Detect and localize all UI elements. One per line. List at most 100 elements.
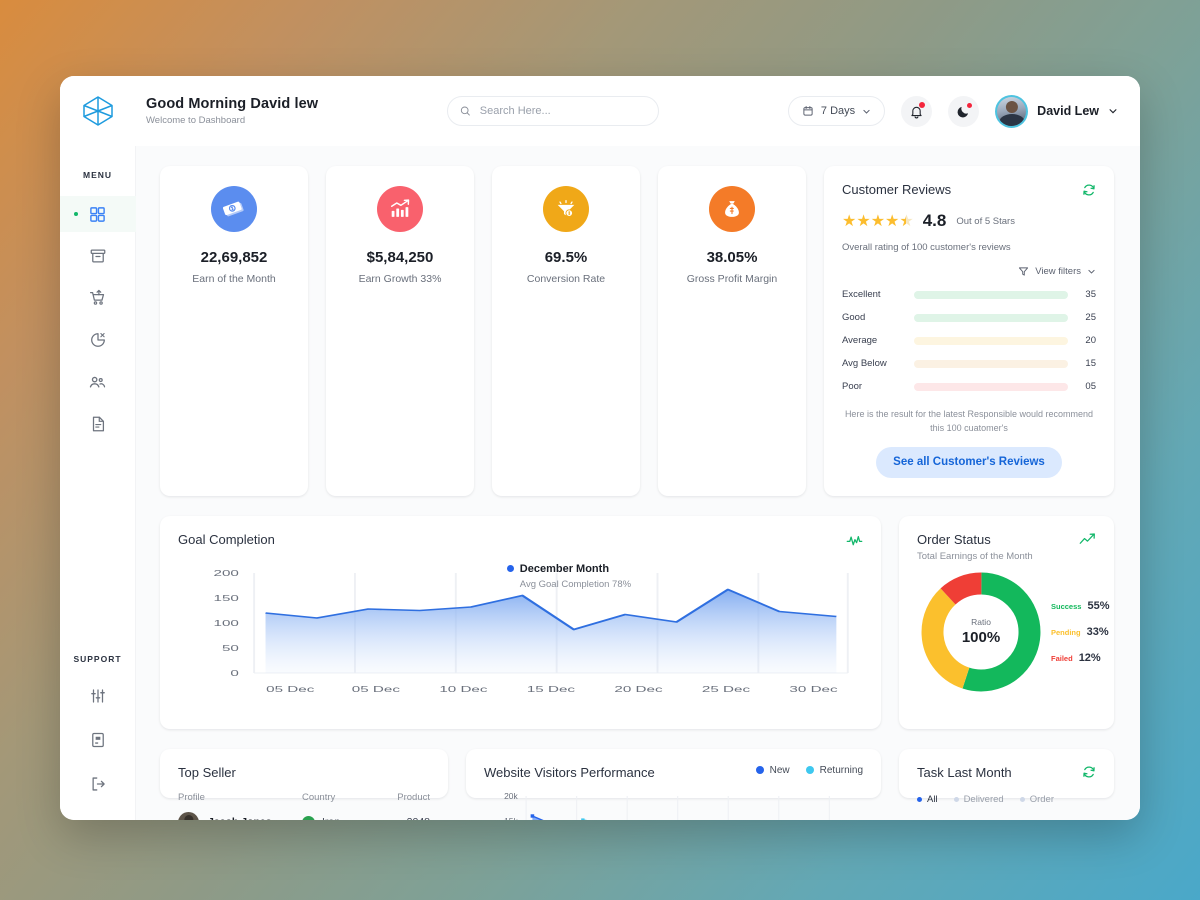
chevron-down-icon xyxy=(863,109,870,114)
seller-product: 2048 xyxy=(386,816,430,820)
review-bars: Excellent 35 Good 25 Average 20 Avg Belo… xyxy=(842,289,1096,392)
website-visitors-card: Website Visitors Performance New Returni… xyxy=(466,748,881,820)
search-box[interactable] xyxy=(447,96,660,126)
greeting-subtitle: Welcome to Dashboard xyxy=(146,115,246,126)
chart-legend: December Month Avg Goal Completion 78% xyxy=(506,563,631,590)
svg-text:15k: 15k xyxy=(504,817,518,820)
kpi-value: 69.5% xyxy=(544,249,588,266)
legend-label: Pending xyxy=(1051,627,1081,637)
chevron-down-icon xyxy=(1109,109,1117,114)
logo[interactable] xyxy=(60,94,136,128)
donut-center-value: 100% xyxy=(961,629,1001,647)
donut-center-label: Ratio xyxy=(971,617,991,628)
review-bar-label: Poor xyxy=(842,381,863,392)
card-title: Goal Completion xyxy=(178,531,275,547)
user-name: David Lew xyxy=(1037,104,1099,118)
view-filters-label: View filters xyxy=(1035,266,1081,277)
goal-and-order-row: Goal Completion December Month Avg Goal … xyxy=(160,515,1114,729)
kpi-card-earn-of-month[interactable]: 22,69,852 Earn of the Month xyxy=(160,166,308,496)
user-menu[interactable]: David Lew xyxy=(995,94,1118,128)
sidebar-item-orders[interactable] xyxy=(60,280,136,316)
chevron-down-icon xyxy=(1088,269,1095,274)
cube-logo-icon xyxy=(83,96,113,126)
refresh-icon[interactable] xyxy=(1082,765,1096,779)
legend-dot-returning xyxy=(805,766,814,775)
seller-country: Iran xyxy=(322,816,340,820)
sidebar-item-dashboard[interactable] xyxy=(60,196,136,232)
task-filter-order[interactable]: Order xyxy=(1019,793,1054,805)
notifications-button[interactable] xyxy=(901,95,933,127)
kpi-value: 22,69,852 xyxy=(200,249,268,266)
kpi-value: $5,84,250 xyxy=(366,249,434,266)
svg-text:200: 200 xyxy=(214,569,240,578)
legend-item-failed: Failed 12% xyxy=(1051,652,1109,664)
legend-value: 33% xyxy=(1086,625,1109,638)
star-icon: ★ xyxy=(856,213,870,230)
bottom-row: Top Seller Profile Country Product Jacob… xyxy=(160,748,1114,820)
review-bar-label: Excellent xyxy=(842,289,881,300)
sidebar-item-products[interactable] xyxy=(60,238,136,274)
kpi-card-conversion-rate[interactable]: 69.5% Conversion Rate xyxy=(492,166,640,496)
card-title: Top Seller xyxy=(178,764,236,780)
svg-text:20k: 20k xyxy=(504,792,518,801)
sidebar-item-reports[interactable] xyxy=(60,406,136,442)
task-filter-delivered[interactable]: Delivered xyxy=(953,793,1004,805)
star-icon: ★ xyxy=(885,213,899,230)
task-filter-all[interactable]: All xyxy=(917,794,938,805)
dashboard-window: Good Morning David lew Welcome to Dashbo… xyxy=(60,76,1140,820)
greeting-title: Good Morning David lew xyxy=(146,96,319,112)
visitors-area-new xyxy=(532,815,543,820)
pulse-line-icon[interactable] xyxy=(846,532,863,549)
review-bar-value: 20 xyxy=(1085,335,1096,346)
svg-text:05 Dec: 05 Dec xyxy=(266,685,314,694)
date-range-selector[interactable]: 7 Days xyxy=(787,96,886,126)
rating-subtitle: Overall rating of 100 customer's reviews xyxy=(842,242,1011,253)
trend-arrow-icon[interactable] xyxy=(1079,532,1096,546)
main-content: 22,69,852 Earn of the Month $5,84,250 Ea… xyxy=(136,146,1140,820)
kpi-label: Earn of the Month xyxy=(192,273,276,285)
sidebar-item-customers[interactable] xyxy=(60,364,136,400)
legend-value: 12% xyxy=(1078,651,1101,664)
calendar-icon xyxy=(803,106,813,116)
view-filters-button[interactable]: View filters xyxy=(842,266,1096,277)
legend-label: Success xyxy=(1051,601,1082,611)
dark-mode-toggle[interactable] xyxy=(948,95,980,127)
table-row[interactable]: Jacob Jones Iran 2048 xyxy=(178,803,430,820)
kpi-card-earn-growth[interactable]: $5,84,250 Earn Growth 33% xyxy=(326,166,474,496)
search-icon xyxy=(460,106,470,116)
star-half-icon: ★ xyxy=(899,213,913,230)
archive-box-icon xyxy=(90,249,105,263)
kpi-value: 38.05% xyxy=(706,249,758,266)
goal-area xyxy=(265,589,837,673)
refresh-icon[interactable] xyxy=(1082,183,1096,197)
card-subtitle: Total Earnings of the Month xyxy=(917,550,1033,562)
sidebar-item-logout[interactable] xyxy=(60,766,136,802)
kpi-card-gross-profit-margin[interactable]: 38.05% Gross Profit Margin xyxy=(658,166,806,496)
cart-upload-icon xyxy=(89,289,104,305)
sidebar-item-settings[interactable] xyxy=(60,678,136,714)
sidebar-menu-label: MENU xyxy=(82,170,113,180)
chart-legend: New Returning xyxy=(755,765,863,776)
sidebar-support-label: SUPPORT xyxy=(73,654,122,664)
rating-out-of: Out of 5 Stars xyxy=(956,215,1015,227)
goal-completion-chart: December Month Avg Goal Completion 78% 2… xyxy=(178,555,863,715)
feedback-icon xyxy=(91,732,104,748)
task-filter-label: Order xyxy=(1029,793,1054,805)
legend-label: Failed xyxy=(1051,653,1073,663)
column-header-country: Country xyxy=(302,791,336,803)
sidebar-item-feedback[interactable] xyxy=(60,722,136,758)
money-bag-icon xyxy=(709,186,755,232)
order-status-card: Order Status Total Earnings of the Month xyxy=(899,515,1114,729)
search-input[interactable] xyxy=(479,105,647,117)
card-title: Order Status xyxy=(917,531,991,547)
review-bar-value: 05 xyxy=(1085,381,1096,392)
task-filter-label: Delivered xyxy=(963,793,1004,805)
date-range-label: 7 Days xyxy=(820,105,856,117)
review-bar-label: Good xyxy=(842,312,866,323)
avatar xyxy=(995,94,1029,128)
sidebar-item-analytics[interactable] xyxy=(60,322,136,358)
kpi-cards: 22,69,852 Earn of the Month $5,84,250 Ea… xyxy=(160,166,806,496)
star-rating: ★ ★ ★ ★ ★ xyxy=(842,211,914,231)
see-all-reviews-button[interactable]: See all Customer's Reviews xyxy=(876,446,1062,478)
svg-text:05 Dec: 05 Dec xyxy=(352,685,400,694)
